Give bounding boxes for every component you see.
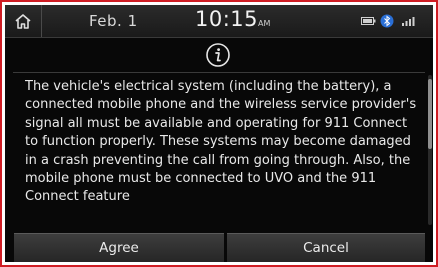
status-date: Feb. 1 [89,12,138,30]
head-unit-screen: Feb. 1 10:15AM The vehicle's electrical … [5,5,433,262]
status-bar: Feb. 1 10:15AM [5,5,433,38]
scrollbar-thumb[interactable] [428,79,432,149]
signal-icon [402,17,415,26]
header-divider [13,72,425,73]
screenshot-frame: Feb. 1 10:15AM The vehicle's electrical … [0,0,438,267]
status-icons [361,14,418,28]
home-icon [15,13,31,29]
bluetooth-icon [380,14,394,28]
status-time: 10:15AM [195,7,270,31]
agree-button[interactable]: Agree [14,233,224,262]
info-badge [204,41,232,69]
cancel-button[interactable]: Cancel [227,233,425,262]
info-icon [206,43,230,67]
battery-icon [361,17,376,25]
home-button[interactable] [5,5,42,37]
clock-ampm: AM [258,19,271,28]
clock-time: 10:15 [195,7,259,31]
scrollbar[interactable] [428,75,432,225]
dialog-message: The vehicle's electrical system (includi… [25,79,417,205]
